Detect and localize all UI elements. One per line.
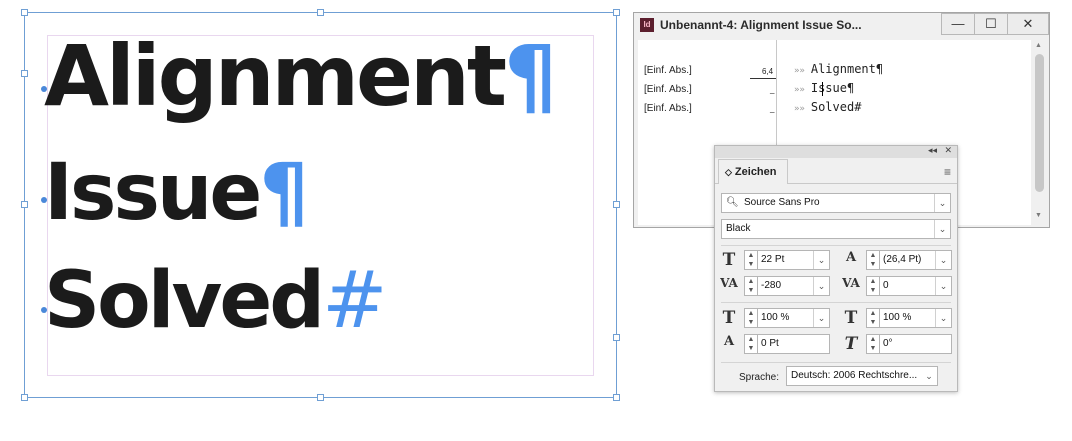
chevron-icon: »»: [794, 85, 805, 95]
leading-input[interactable]: (26,4 Pt) ⌄: [880, 250, 952, 270]
kerning-stepper[interactable]: ▲ ▼: [744, 276, 758, 296]
pilcrow-mark: ¶: [259, 148, 309, 238]
character-panel: ◂◂ ✕ ◇ Zeichen ≡ 🔍︎ Source Sans Pro ⌄ Bla…: [714, 145, 958, 392]
maximize-button[interactable]: ☐: [974, 13, 1008, 35]
scroll-down-icon[interactable]: ▼: [1035, 212, 1042, 219]
scroll-up-icon[interactable]: ▲: [1035, 42, 1042, 49]
paragraph-style-label: [Einf. Abs.]: [644, 65, 692, 76]
minimize-button[interactable]: —: [941, 13, 975, 35]
text-cursor: [822, 82, 823, 96]
font-size-stepper[interactable]: ▲ ▼: [744, 250, 758, 270]
frame-handle-tr[interactable]: [613, 9, 620, 16]
leading-stepper[interactable]: ▲ ▼: [866, 250, 880, 270]
scrollbar-thumb[interactable]: [1035, 54, 1044, 192]
font-size-icon: T: [722, 250, 736, 270]
language-select[interactable]: Deutsch: 2006 Rechtschre... ⌄: [786, 366, 938, 386]
font-style-field[interactable]: Black ⌄: [721, 219, 951, 239]
canvas-text-line[interactable]: Alignment¶: [44, 34, 557, 118]
panel-tabs: ◇ Zeichen ≡: [715, 158, 957, 184]
tab-toggle-icon: ◇: [725, 167, 732, 177]
tab-zeichen[interactable]: ◇ Zeichen: [718, 159, 788, 184]
frame-handle-bl[interactable]: [21, 394, 28, 401]
frame-in-port[interactable]: [21, 70, 28, 77]
tracking-icon: VA: [842, 276, 860, 290]
chevron-down-icon[interactable]: ⌄: [813, 277, 829, 295]
chevron-icon: »»: [794, 66, 805, 76]
vertical-scale-stepper[interactable]: ▲ ▼: [744, 308, 758, 328]
indesign-app-icon: Id: [640, 18, 654, 32]
divider: [721, 302, 951, 303]
chevron-down-icon[interactable]: ⌄: [921, 367, 937, 385]
horizontal-scale-stepper[interactable]: ▲ ▼: [866, 308, 880, 328]
divider: [721, 362, 951, 363]
frame-out-port[interactable]: [613, 334, 620, 341]
chevron-down-icon[interactable]: ⌄: [934, 194, 950, 212]
frame-handle-bm[interactable]: [317, 394, 324, 401]
chevron-down-icon[interactable]: ⌄: [813, 251, 829, 269]
chevron-down-icon[interactable]: ⌄: [935, 277, 951, 295]
language-label: Sprache:: [739, 372, 780, 383]
depth-value: 6,4: [762, 67, 774, 76]
pilcrow-mark: ¶: [503, 27, 558, 125]
vertical-scrollbar[interactable]: ▲ ▼: [1031, 40, 1048, 225]
frame-handle-mr[interactable]: [613, 201, 620, 208]
font-size-input[interactable]: 22 Pt ⌄: [758, 250, 830, 270]
chevron-down-icon[interactable]: ⌄: [934, 220, 950, 238]
chevron-down-icon[interactable]: ⌄: [813, 309, 829, 327]
story-line[interactable]: »» Alignment¶: [794, 62, 883, 76]
skew-icon: T: [844, 334, 858, 354]
panel-menu-icon[interactable]: ≡: [944, 165, 951, 179]
skew-stepper[interactable]: ▲ ▼: [866, 334, 880, 354]
tracking-input[interactable]: 0 ⌄: [880, 276, 952, 296]
close-icon[interactable]: ✕: [944, 145, 952, 156]
vertical-scale-input[interactable]: 100 % ⌄: [758, 308, 830, 328]
horizontal-scale-input[interactable]: 100 % ⌄: [880, 308, 952, 328]
frame-handle-ml[interactable]: [21, 201, 28, 208]
baseline-shift-input[interactable]: 0 Pt: [758, 334, 830, 354]
depth-rule: [750, 78, 776, 79]
story-line[interactable]: »» Solved#: [794, 100, 861, 114]
frame-handle-tl[interactable]: [21, 9, 28, 16]
font-family-field[interactable]: 🔍︎ Source Sans Pro ⌄: [721, 193, 951, 213]
kerning-input[interactable]: -280 ⌄: [758, 276, 830, 296]
vertical-scale-icon: T: [722, 308, 736, 328]
story-line[interactable]: »» Issue¶: [794, 81, 854, 95]
baseline-shift-stepper[interactable]: ▲ ▼: [744, 334, 758, 354]
collapse-icon[interactable]: ◂◂: [928, 145, 937, 156]
canvas-text-line[interactable]: Issue¶: [44, 154, 309, 232]
chevron-down-icon[interactable]: ⌄: [935, 251, 951, 269]
frame-handle-tm[interactable]: [317, 9, 324, 16]
skew-input[interactable]: 0°: [880, 334, 952, 354]
canvas-text-line[interactable]: Solved#: [44, 262, 387, 340]
depth-value: _: [770, 85, 775, 94]
depth-value: _: [770, 104, 775, 113]
baseline-shift-icon: A: [723, 334, 735, 349]
horizontal-scale-icon: T: [844, 308, 858, 328]
leading-icon: A: [845, 250, 857, 265]
close-button[interactable]: ✕: [1007, 13, 1049, 35]
window-title: Unbenannt-4: Alignment Issue So...: [660, 18, 862, 32]
paragraph-style-label: [Einf. Abs.]: [644, 103, 692, 114]
chevron-icon: »»: [794, 104, 805, 114]
tracking-stepper[interactable]: ▲ ▼: [866, 276, 880, 296]
end-of-story-mark: #: [322, 256, 388, 346]
search-icon: 🔍︎: [726, 197, 739, 208]
chevron-down-icon[interactable]: ⌄: [935, 309, 951, 327]
paragraph-style-label: [Einf. Abs.]: [644, 84, 692, 95]
frame-handle-br[interactable]: [613, 394, 620, 401]
kerning-icon: VA: [720, 276, 738, 290]
panel-topbar[interactable]: ◂◂ ✕: [715, 145, 957, 158]
divider: [721, 245, 951, 246]
